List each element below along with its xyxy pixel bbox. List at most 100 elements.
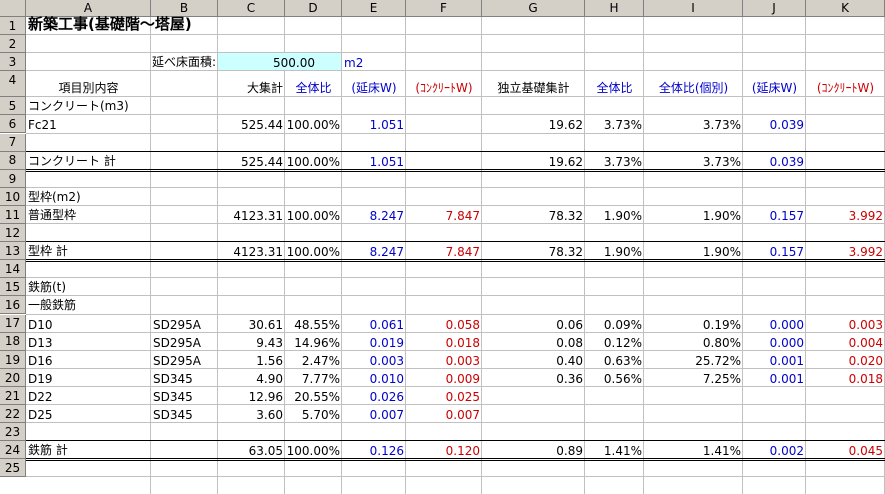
header-per-floor[interactable]: (延床W) [342,71,406,97]
column-header-d[interactable]: D [285,0,342,17]
row-header-20[interactable]: 20 [0,368,26,387]
cell-d21[interactable]: 20.55% [285,387,342,405]
cell-e21[interactable]: 0.026 [342,387,406,405]
cell-e24[interactable]: 0.126 [342,441,406,459]
cell-d20[interactable]: 7.77% [285,369,342,387]
floor-area-unit[interactable]: m2 [342,53,406,71]
cell-d18[interactable]: 14.96% [285,333,342,351]
cell-c8[interactable]: 525.44 [218,152,285,170]
cell-b22[interactable]: SD345 [151,405,218,423]
cell-g6[interactable]: 19.62 [482,115,585,133]
header-per-floor-footing[interactable]: (延床W) [743,71,806,97]
cell-f20[interactable]: 0.009 [406,369,482,387]
cell-j13[interactable]: 0.157 [743,242,806,260]
cell-i18[interactable]: 0.80% [644,333,743,351]
cell-d13[interactable]: 100.00% [285,242,342,260]
cell-b21[interactable]: SD345 [151,387,218,405]
cell-a8[interactable]: コンクリート 計 [26,152,151,170]
header-total[interactable]: 大集計 [218,71,285,97]
row-header-17[interactable]: 17 [0,314,26,333]
cell-a10[interactable]: 型枠(m2) [26,188,151,206]
cell-h6[interactable]: 3.73% [585,115,644,133]
cell-e6[interactable]: 1.051 [342,115,406,133]
cell-c11[interactable]: 4123.31 [218,206,285,224]
cell-g20[interactable]: 0.36 [482,369,585,387]
cell-h19[interactable]: 0.63% [585,351,644,369]
cell-h20[interactable]: 0.56% [585,369,644,387]
column-header-c[interactable]: C [218,0,285,17]
row-header-24[interactable]: 24 [0,441,26,460]
header-ratio-individual[interactable]: 全体比(個別) [644,71,743,97]
cell-i19[interactable]: 25.72% [644,351,743,369]
cell-a18[interactable]: D13 [26,333,151,351]
cell-k18[interactable]: 0.004 [806,333,885,351]
header-footing-total[interactable]: 独立基礎集計 [482,71,585,97]
row-header-7[interactable]: 7 [0,133,26,152]
cell-a16[interactable]: 一般鉄筋 [26,296,151,314]
cell-f11[interactable]: 7.847 [406,206,482,224]
header-ratio-footing[interactable]: 全体比 [585,71,644,97]
cell-i13[interactable]: 1.90% [644,242,743,260]
cell-h11[interactable]: 1.90% [585,206,644,224]
cell-c17[interactable]: 30.61 [218,315,285,333]
cell-f19[interactable]: 0.003 [406,351,482,369]
cell-j18[interactable]: 0.000 [743,333,806,351]
cell-a11[interactable]: 普通型枠 [26,206,151,224]
cell-k24[interactable]: 0.045 [806,441,885,459]
column-header-i[interactable]: I [644,0,743,17]
cell-i20[interactable]: 7.25% [644,369,743,387]
cell-d8[interactable]: 100.00% [285,152,342,170]
cell-f22[interactable]: 0.007 [406,405,482,423]
cell-j6[interactable]: 0.039 [743,115,806,133]
cell-h24[interactable]: 1.41% [585,441,644,459]
cell-a17[interactable]: D10 [26,315,151,333]
cell-a19[interactable]: D16 [26,351,151,369]
cell-a13[interactable]: 型枠 計 [26,242,151,260]
cell-a22[interactable]: D25 [26,405,151,423]
cell-h18[interactable]: 0.12% [585,333,644,351]
cell-g11[interactable]: 78.32 [482,206,585,224]
column-header-j[interactable]: J [743,0,806,17]
cell-j17[interactable]: 0.000 [743,315,806,333]
header-ratio[interactable]: 全体比 [285,71,342,97]
cell-k19[interactable]: 0.020 [806,351,885,369]
cell-i11[interactable]: 1.90% [644,206,743,224]
cell-b19[interactable]: SD295A [151,351,218,369]
cell-k17[interactable]: 0.003 [806,315,885,333]
cell-e17[interactable]: 0.061 [342,315,406,333]
cell-d11[interactable]: 100.00% [285,206,342,224]
row-header-16[interactable]: 16 [0,296,26,315]
row-header-25[interactable]: 25 [0,459,26,478]
cell-j11[interactable]: 0.157 [743,206,806,224]
row-header-11[interactable]: 11 [0,205,26,224]
header-per-concrete-footing[interactable]: (ｺﾝｸﾘｰﾄW) [806,71,885,97]
cell-g8[interactable]: 19.62 [482,152,585,170]
cell-c22[interactable]: 3.60 [218,405,285,423]
column-header-e[interactable]: E [342,0,406,17]
cell-c24[interactable]: 63.05 [218,441,285,459]
column-header-g[interactable]: G [482,0,585,17]
cell-g18[interactable]: 0.08 [482,333,585,351]
row-header-18[interactable]: 18 [0,332,26,351]
row-header-4[interactable]: 4 [0,71,26,98]
cell-i8[interactable]: 3.73% [644,152,743,170]
cell-f18[interactable]: 0.018 [406,333,482,351]
row-header-22[interactable]: 22 [0,405,26,424]
cell-f13[interactable]: 7.847 [406,242,482,260]
cell-d22[interactable]: 5.70% [285,405,342,423]
cell-d6[interactable]: 100.00% [285,115,342,133]
cell-h8[interactable]: 3.73% [585,152,644,170]
cell-g13[interactable]: 78.32 [482,242,585,260]
cell-a6[interactable]: Fc21 [26,115,151,133]
cell-f17[interactable]: 0.058 [406,315,482,333]
cell-h13[interactable]: 1.90% [585,242,644,260]
sheet-title[interactable]: 新築工事(基礎階～塔屋) [26,15,342,35]
cell-j8[interactable]: 0.039 [743,152,806,170]
row-header-12[interactable]: 12 [0,224,26,243]
row-header-2[interactable]: 2 [0,35,26,54]
row-header-19[interactable]: 19 [0,350,26,369]
row-header-5[interactable]: 5 [0,97,26,116]
cell-d17[interactable]: 48.55% [285,315,342,333]
cell-b20[interactable]: SD345 [151,369,218,387]
row-header-21[interactable]: 21 [0,386,26,405]
